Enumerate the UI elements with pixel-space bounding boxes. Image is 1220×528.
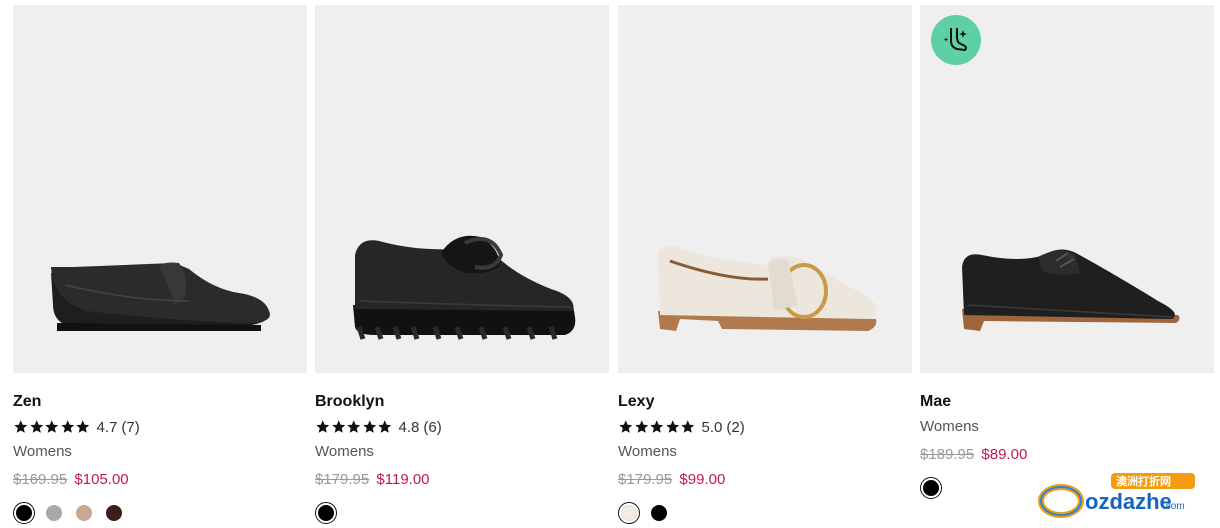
was-price: $179.95: [315, 471, 370, 488]
svg-text:ozdazhe: ozdazhe: [1085, 489, 1172, 514]
review-count: (2): [726, 418, 745, 436]
rating-value: 5.0: [701, 418, 723, 436]
color-swatch-black[interactable]: [13, 502, 35, 524]
price: $179.95 $99.00: [618, 471, 912, 489]
product-image[interactable]: [618, 5, 912, 373]
product-name[interactable]: Lexy: [618, 393, 912, 411]
rating: 5.0 (2): [618, 418, 912, 436]
price: $189.95 $89.00: [920, 446, 1214, 464]
star-rating-icon: [315, 419, 393, 435]
ozdazhe-watermark-logo: ozdazhe .com 澳洲打折网: [1038, 473, 1195, 518]
product-category: Womens: [13, 443, 72, 460]
product-name[interactable]: Brooklyn: [315, 393, 609, 411]
product-card-brooklyn[interactable]: Brooklyn 4.8 (6) Womens $179.95 $119.00: [315, 5, 609, 524]
rating-value: 4.8: [398, 418, 420, 436]
product-card-zen[interactable]: Zen 4.7 (7) Womens $169.95 $105.00: [13, 5, 307, 524]
color-swatch-taupe[interactable]: [73, 502, 95, 524]
was-price: $179.95: [618, 471, 673, 488]
product-category: Womens: [618, 443, 677, 460]
foot-care-icon: [931, 15, 981, 65]
color-swatches: [13, 502, 307, 524]
svg-text:澳洲打折网: 澳洲打折网: [1116, 474, 1171, 488]
color-swatch-cream[interactable]: [618, 502, 640, 524]
product-name[interactable]: Zen: [13, 393, 307, 411]
rating: 4.8 (6): [315, 418, 609, 436]
color-swatch-black[interactable]: [648, 502, 670, 524]
review-count: (7): [121, 418, 140, 436]
color-swatches: [315, 502, 609, 524]
star-rating-icon: [13, 419, 91, 435]
was-price: $189.95: [920, 446, 975, 463]
star-rating-icon: [618, 419, 696, 435]
product-category: Womens: [920, 418, 979, 435]
sale-price: $99.00: [679, 471, 726, 488]
product-image[interactable]: [13, 5, 307, 373]
color-swatches: [618, 502, 912, 524]
price: $179.95 $119.00: [315, 471, 609, 489]
product-card-mae[interactable]: Mae Womens $189.95 $89.00: [920, 5, 1214, 499]
color-swatch-black[interactable]: [315, 502, 337, 524]
sale-price: $119.00: [376, 471, 430, 488]
product-name[interactable]: Mae: [920, 393, 1214, 411]
product-grid: Zen 4.7 (7) Womens $169.95 $105.00 Brook…: [13, 5, 1215, 528]
sale-price: $89.00: [981, 446, 1028, 463]
color-swatch-grey[interactable]: [43, 502, 65, 524]
product-category: Womens: [315, 443, 374, 460]
color-swatch-black[interactable]: [920, 477, 942, 499]
black-loafer-image: [51, 262, 270, 331]
product-image[interactable]: [315, 5, 609, 373]
white-loafer-image: [658, 245, 877, 331]
product-card-lexy[interactable]: Lexy 5.0 (2) Womens $179.95 $99.00: [618, 5, 912, 524]
rating: 4.7 (7): [13, 418, 307, 436]
black-chunky-loafer-image: [353, 235, 576, 340]
svg-text:.com: .com: [1163, 501, 1185, 512]
rating-value: 4.7: [96, 418, 118, 436]
sale-price: $105.00: [74, 471, 129, 488]
review-count: (6): [423, 418, 442, 436]
was-price: $169.95: [13, 471, 68, 488]
color-swatch-brown[interactable]: [103, 502, 125, 524]
price: $169.95 $105.00: [13, 471, 307, 489]
product-image[interactable]: [920, 5, 1214, 373]
